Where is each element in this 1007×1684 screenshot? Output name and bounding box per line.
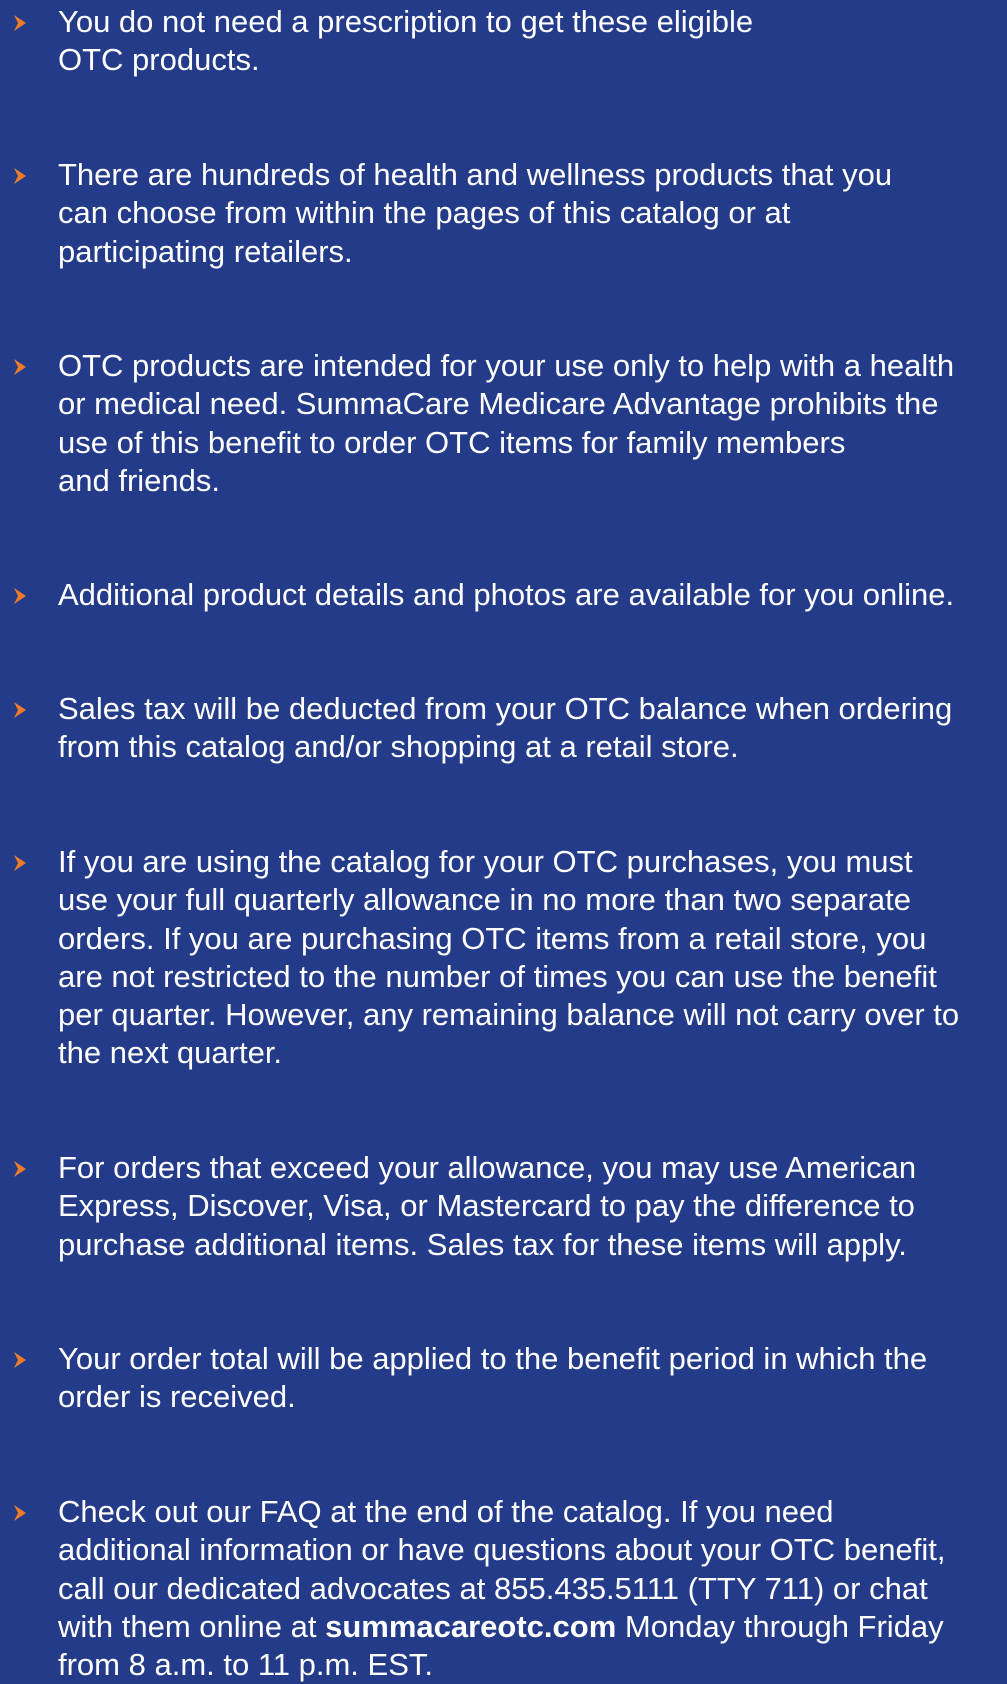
- text-line: are not restricted to the number of time…: [58, 958, 937, 994]
- text-line: the next quarter.: [58, 1035, 283, 1071]
- text-line: additional information or have questions…: [58, 1532, 946, 1568]
- list-item-text: Your order total will be applied to the …: [58, 1340, 990, 1417]
- chevron-right-icon: [13, 14, 27, 32]
- text-line: participating retailers.: [58, 233, 353, 269]
- list-item-text: OTC products are intended for your use o…: [58, 347, 990, 500]
- chevron-right-icon: [13, 1351, 27, 1369]
- list-item-text: Sales tax will be deducted from your OTC…: [58, 690, 990, 767]
- text-line: or medical need. SummaCare Medicare Adva…: [58, 386, 939, 422]
- text-line: Express, Discover, Visa, or Mastercard t…: [58, 1188, 915, 1224]
- list-item-text: If you are using the catalog for your OT…: [58, 843, 990, 1073]
- chevron-right-icon: [13, 1504, 27, 1522]
- text-line: For orders that exceed your allowance, y…: [58, 1150, 917, 1185]
- text-line: call our dedicated advocates at 855.435.…: [58, 1570, 928, 1606]
- text-line: Your order total will be applied to the …: [58, 1341, 928, 1376]
- text-line: There are hundreds of health and wellnes…: [58, 157, 893, 192]
- text-line: orders. If you are purchasing OTC items …: [58, 920, 927, 956]
- text-line: can choose from within the pages of this…: [58, 195, 791, 231]
- text-segment: with them online at: [58, 1608, 326, 1644]
- chevron-right-icon: [13, 1160, 27, 1178]
- text-line: order is received.: [58, 1379, 296, 1415]
- chevron-right-icon: [13, 854, 27, 872]
- text-line: purchase additional items. Sales tax for…: [58, 1226, 907, 1262]
- chevron-right-icon: [13, 358, 27, 376]
- list-item-text: For orders that exceed your allowance, y…: [58, 1149, 990, 1264]
- text-line: OTC products.: [58, 42, 260, 78]
- text-line: If you are using the catalog for your OT…: [58, 844, 913, 879]
- text-line: Check out our FAQ at the end of the cata…: [58, 1494, 834, 1529]
- text-line: Sales tax will be deducted from your OTC…: [58, 691, 953, 726]
- chevron-right-icon: [13, 701, 27, 719]
- list-item-text: Additional product details and photos ar…: [58, 576, 990, 614]
- chevron-right-icon: [13, 587, 27, 605]
- website-link[interactable]: summacareotc.com: [325, 1609, 616, 1644]
- text-line: from this catalog and/or shopping at a r…: [58, 729, 739, 765]
- text-segment: Monday through Friday: [616, 1608, 944, 1644]
- text-line: and friends.: [58, 462, 220, 498]
- text-line: You do not need a prescription to get th…: [58, 4, 754, 39]
- text-line: OTC products are intended for your use o…: [58, 348, 955, 383]
- text-line: use your full quarterly allowance in no …: [58, 882, 911, 918]
- otc-benefit-info-page: You do not need a prescription to get th…: [0, 0, 1007, 1682]
- list-item-text: There are hundreds of health and wellnes…: [58, 156, 990, 271]
- text-line: use of this benefit to order OTC items f…: [58, 424, 846, 460]
- text-line: Additional product details and photos ar…: [58, 577, 955, 612]
- list-item-text: You do not need a prescription to get th…: [58, 3, 990, 80]
- text-line: from 8 a.m. to 11 p.m. EST.: [58, 1647, 433, 1683]
- chevron-right-icon: [13, 167, 27, 185]
- text-line: per quarter. However, any remaining bala…: [58, 997, 960, 1033]
- list-item-text: Check out our FAQ at the end of the cata…: [58, 1493, 990, 1684]
- text-line-with-link: with them online at summacareotc.com Mon…: [58, 1608, 990, 1646]
